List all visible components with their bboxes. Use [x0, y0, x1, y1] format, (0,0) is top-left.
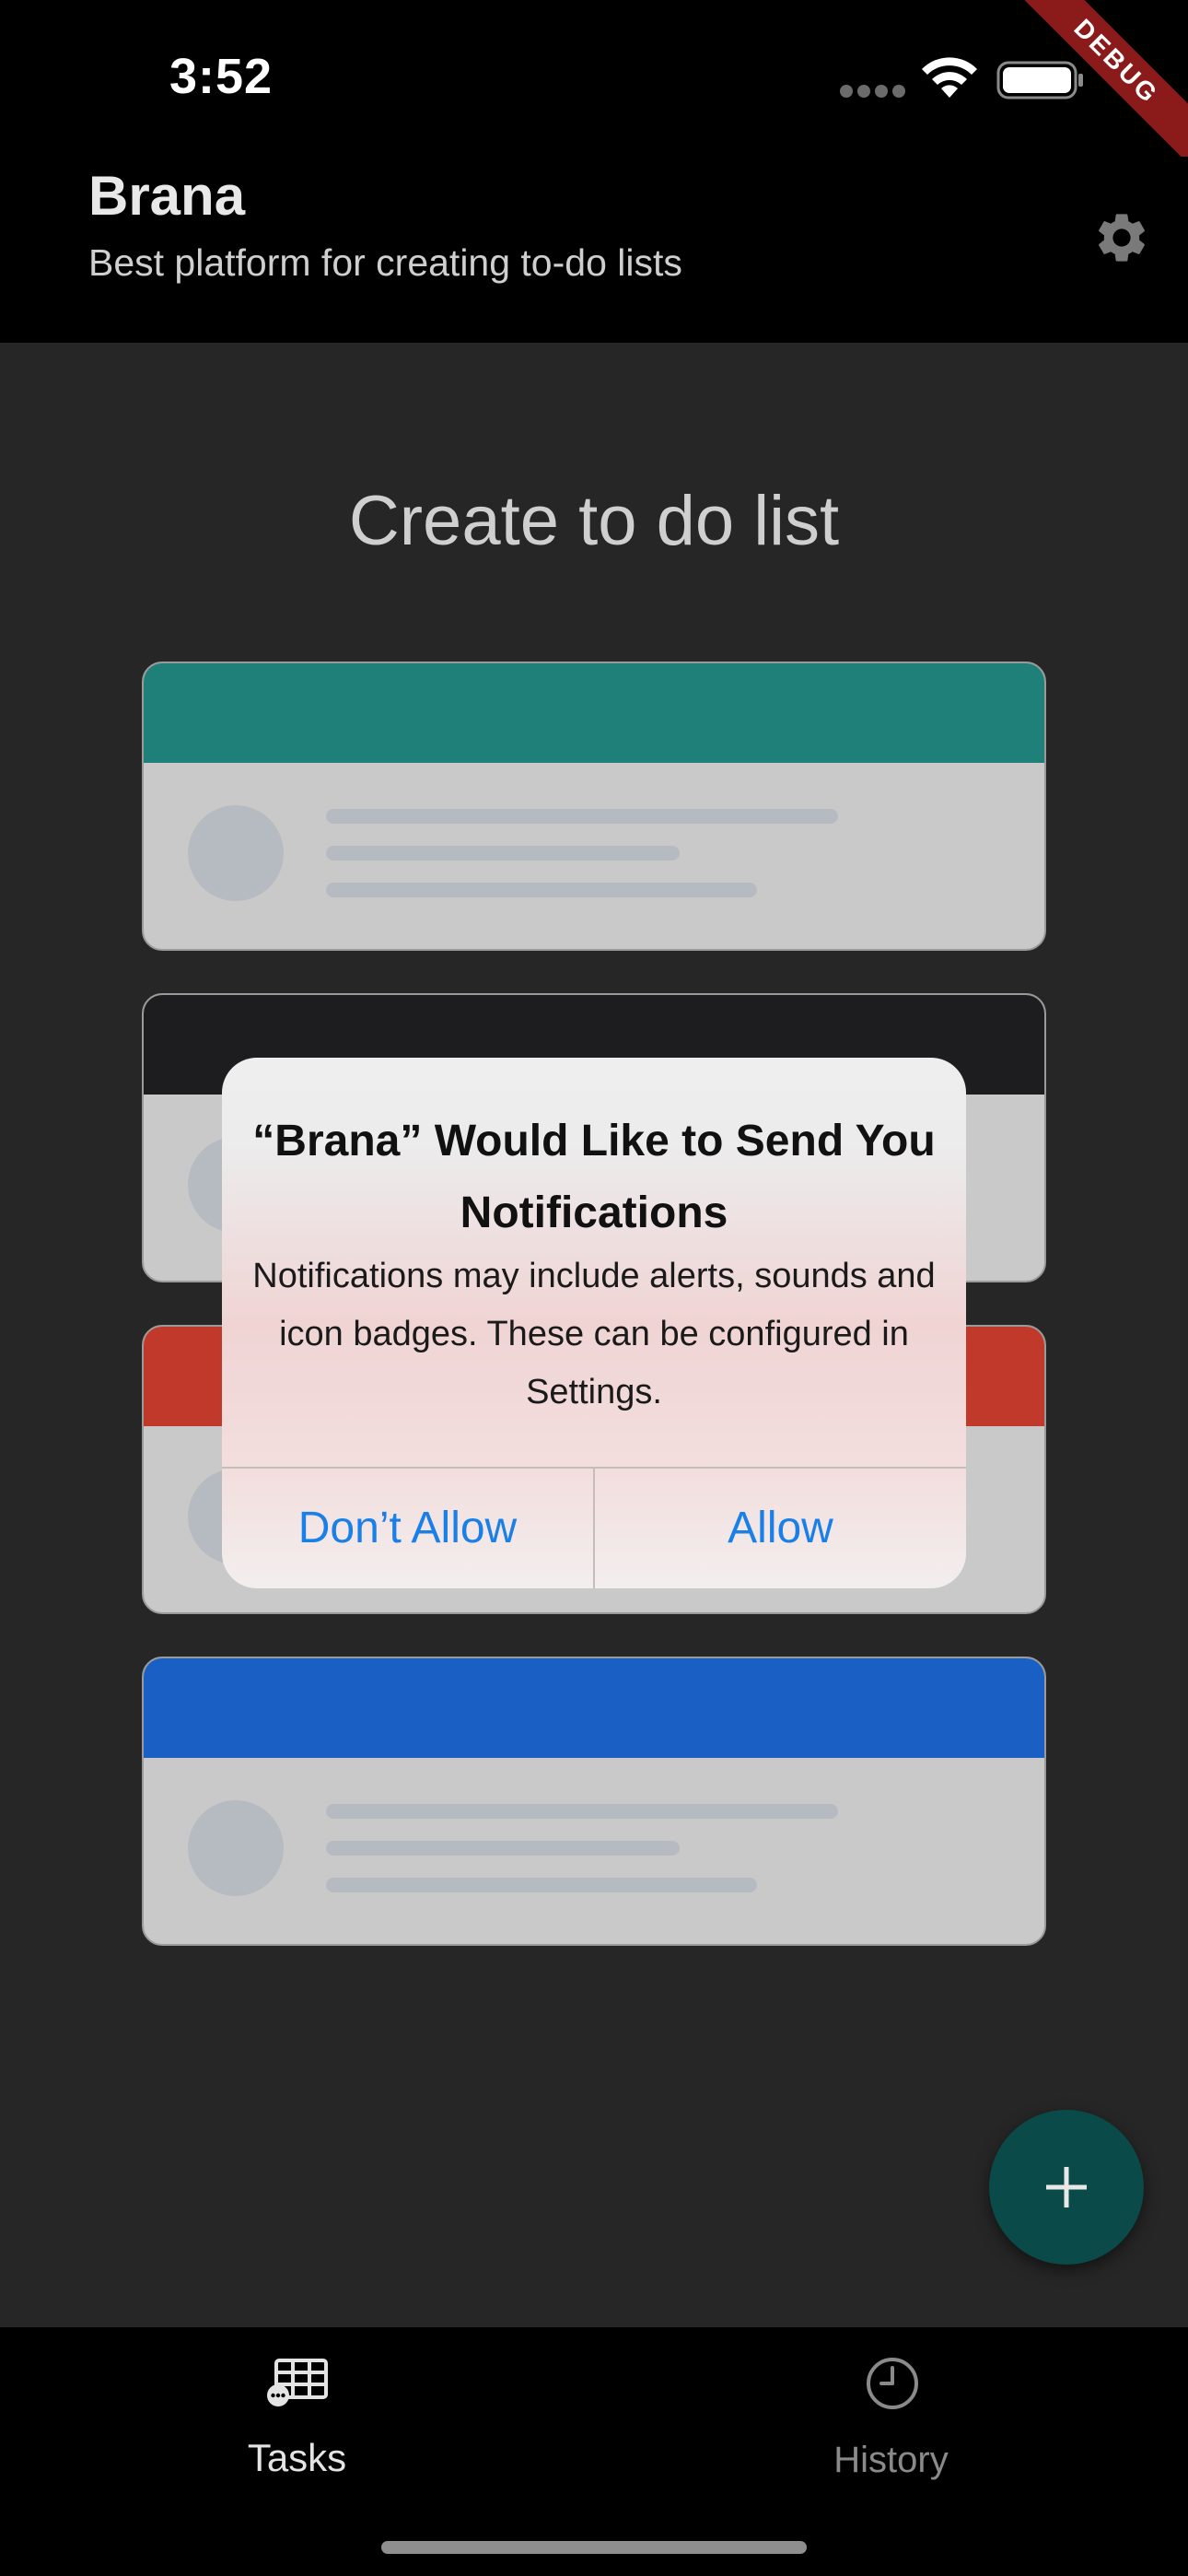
- home-indicator[interactable]: [381, 2541, 807, 2554]
- bottom-navigation: Tasks History: [0, 2327, 1188, 2576]
- dialog-message: Notifications may include alerts, sounds…: [252, 1257, 936, 1411]
- wifi-icon: [922, 57, 977, 98]
- card-line-placeholder: [326, 883, 757, 897]
- card-line-placeholder: [326, 809, 838, 824]
- app-bar: Brana Best platform for creating to-do l…: [0, 157, 1188, 343]
- add-list-button[interactable]: [989, 2110, 1144, 2265]
- card-avatar-placeholder: [188, 1800, 284, 1896]
- dialog-title: “Brana” Would Like to Send You Notificat…: [252, 1117, 936, 1237]
- status-time: 3:52: [169, 49, 274, 104]
- debug-label: DEBUG: [1013, 0, 1188, 175]
- notification-permission-dialog: “Brana” Would Like to Send You Notificat…: [222, 1058, 966, 1588]
- gear-icon[interactable]: [1092, 208, 1151, 267]
- clock-icon: [867, 2358, 918, 2409]
- card-header: [144, 663, 1044, 763]
- card-line-placeholder: [326, 1878, 757, 1892]
- app-title: Brana: [88, 165, 246, 227]
- nav-item-tasks[interactable]: Tasks: [0, 2327, 594, 2512]
- debug-banner: DEBUG: [1013, 0, 1188, 175]
- template-card-blue[interactable]: [142, 1657, 1046, 1946]
- nav-item-history[interactable]: History: [594, 2327, 1188, 2512]
- table-icon: [267, 2359, 328, 2406]
- nav-label-history: History: [833, 2440, 949, 2480]
- status-bar: 3:52: [0, 0, 1188, 157]
- dont-allow-button[interactable]: Don’t Allow: [222, 1469, 593, 1588]
- plus-icon: [1046, 2167, 1087, 2207]
- template-card-teal[interactable]: [142, 662, 1046, 951]
- allow-button[interactable]: Allow: [595, 1469, 966, 1588]
- card-line-placeholder: [326, 1841, 680, 1856]
- card-avatar-placeholder: [188, 805, 284, 901]
- nav-label-tasks: Tasks: [247, 2436, 347, 2479]
- card-line-placeholder: [326, 1804, 838, 1819]
- page-title: Create to do list: [348, 482, 840, 560]
- cellular-signal-icon: [840, 85, 906, 98]
- card-header: [144, 1658, 1044, 1758]
- app-subtitle: Best platform for creating to-do lists: [88, 241, 682, 284]
- card-line-placeholder: [326, 846, 680, 861]
